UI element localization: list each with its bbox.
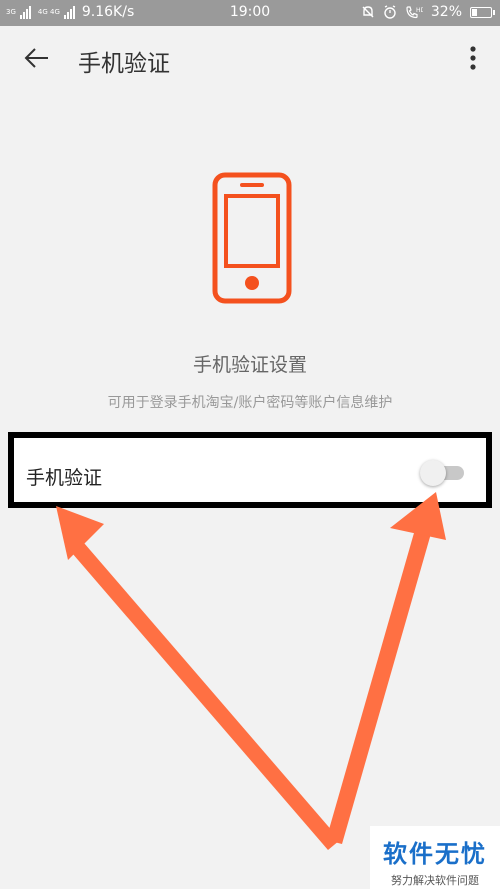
watermark-title: 软件无忧 — [383, 840, 487, 868]
svg-text:HD: HD — [416, 7, 423, 14]
status-right: HD 32% — [361, 4, 495, 20]
watermark: 软件无忧 努力解决软件问题 — [370, 826, 500, 889]
arrow-head-left — [56, 506, 104, 560]
battery-level — [472, 8, 477, 16]
toggle-knob — [420, 460, 446, 486]
alarm-icon — [384, 5, 396, 19]
battery-percent: 32% — [430, 4, 462, 20]
status-bar: 3G 4G 4G 9.16K/s 19:00 HD 32% — [0, 0, 500, 26]
arrow-shaft-left — [66, 536, 340, 850]
silent-bell-icon — [362, 6, 374, 18]
phone-verification-row[interactable]: 手机验证 — [8, 432, 492, 508]
app-bar: 手机验证 — [0, 26, 500, 90]
phone-verification-toggle[interactable] — [420, 460, 466, 486]
watermark-subtitle: 努力解决软件问题 — [391, 874, 479, 887]
page-title: 手机验证 — [78, 51, 170, 77]
battery-icon — [470, 6, 495, 18]
hd-call-icon: HD — [406, 6, 423, 19]
section-subtitle: 可用于登录手机淘宝/账户密码等账户信息维护 — [107, 395, 393, 411]
smartphone-icon — [212, 172, 292, 304]
phone-verification-label: 手机验证 — [26, 467, 103, 489]
more-vertical-icon[interactable] — [466, 44, 480, 72]
section-title: 手机验证设置 — [192, 354, 307, 376]
arrow-shaft-right — [326, 512, 436, 844]
back-arrow-icon[interactable] — [20, 44, 52, 72]
